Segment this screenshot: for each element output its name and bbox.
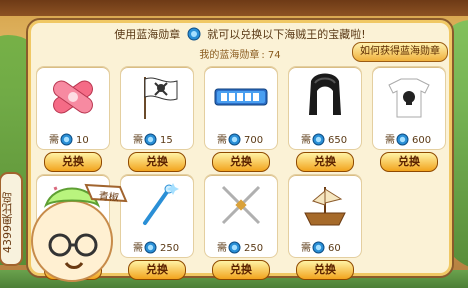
item-price: 需 250: [205, 239, 277, 254]
price-prefix: 需: [217, 135, 227, 146]
price-value: 250: [244, 243, 264, 254]
exchange-button[interactable]: 兑换: [212, 152, 270, 172]
balance-value: 74: [267, 50, 281, 61]
badge-text: 4399奥比岛: [1, 192, 14, 254]
bandage-icon: [43, 71, 103, 123]
header-text-1: 使用蓝海勋章: [114, 28, 181, 41]
price-value: 250: [160, 243, 180, 254]
exchange-button[interactable]: 兑换: [380, 152, 438, 172]
game-frame: 使用蓝海勋章 就可以兑换以下海贼王的宝藏啦! 我的蓝海勋章: 74 如何获得蓝海…: [0, 0, 468, 288]
magic-wand-icon: [127, 179, 187, 231]
price-value: 650: [328, 135, 348, 146]
item-price: 需 650: [289, 131, 361, 146]
black-hair-wig-icon: [295, 71, 355, 123]
exchange-button[interactable]: 兑换: [128, 260, 186, 280]
blue-medal-icon: [60, 133, 73, 146]
item-card-pirate-ship: 需 60: [288, 174, 362, 258]
price-prefix: 需: [49, 135, 59, 146]
panel-header: 使用蓝海勋章 就可以兑换以下海贼王的宝藏啦!: [28, 26, 452, 42]
item-card-skull-tshirt: 需 600: [372, 66, 446, 150]
balance-label: 我的蓝海勋章: [199, 50, 260, 61]
pirate-ship-icon: [295, 179, 355, 231]
blue-medal-icon: [228, 133, 241, 146]
item-price: 需 15: [121, 131, 193, 146]
blue-medal-icon: [144, 133, 157, 146]
exchange-button[interactable]: 兑换: [296, 152, 354, 172]
tag-text: 青椒: [98, 191, 120, 204]
exchange-button[interactable]: 兑换: [212, 260, 270, 280]
price-value: 15: [160, 135, 173, 146]
blue-medal-icon: [396, 133, 409, 146]
crossed-swords-icon: [211, 179, 271, 231]
price-value: 700: [244, 135, 264, 146]
item-card-pirate-flag: 需 15: [120, 66, 194, 150]
item-card-crossed-swords: 需 250: [204, 174, 278, 258]
price-value: 10: [76, 135, 89, 146]
how-to-get-medals-button[interactable]: 如何获得蓝海勋章: [352, 42, 448, 62]
one-piece-logo-icon: [211, 71, 271, 123]
price-value: 60: [328, 243, 341, 254]
exchange-button[interactable]: 兑换: [128, 152, 186, 172]
mascot-character: 4399奥比岛 青椒: [0, 165, 134, 288]
item-price: 需 60: [289, 239, 361, 254]
item-price: 需 600: [373, 131, 445, 146]
price-prefix: 需: [301, 243, 311, 254]
blue-medal-icon: [228, 241, 241, 254]
price-prefix: 需: [301, 135, 311, 146]
top-strip: [0, 0, 468, 16]
item-price: 需 10: [37, 131, 109, 146]
blue-medal-icon: [312, 133, 325, 146]
pirate-flag-icon: [127, 71, 187, 123]
item-card-one-piece-logo: 需 700: [204, 66, 278, 150]
exchange-button[interactable]: 兑换: [296, 260, 354, 280]
item-price: 需 700: [205, 131, 277, 146]
item-card-black-hair-wig: 需 650: [288, 66, 362, 150]
item-card-bandage: 需 10: [36, 66, 110, 150]
blue-medal-icon: [144, 241, 157, 254]
blue-medal-icon: [312, 241, 325, 254]
skull-tshirt-icon: [379, 71, 439, 123]
price-prefix: 需: [133, 135, 143, 146]
header-text-2: 就可以兑换以下海贼王的宝藏啦!: [207, 28, 366, 41]
price-value: 600: [412, 135, 432, 146]
price-prefix: 需: [385, 135, 395, 146]
price-prefix: 需: [217, 243, 227, 254]
blue-medal-icon: [187, 27, 201, 41]
